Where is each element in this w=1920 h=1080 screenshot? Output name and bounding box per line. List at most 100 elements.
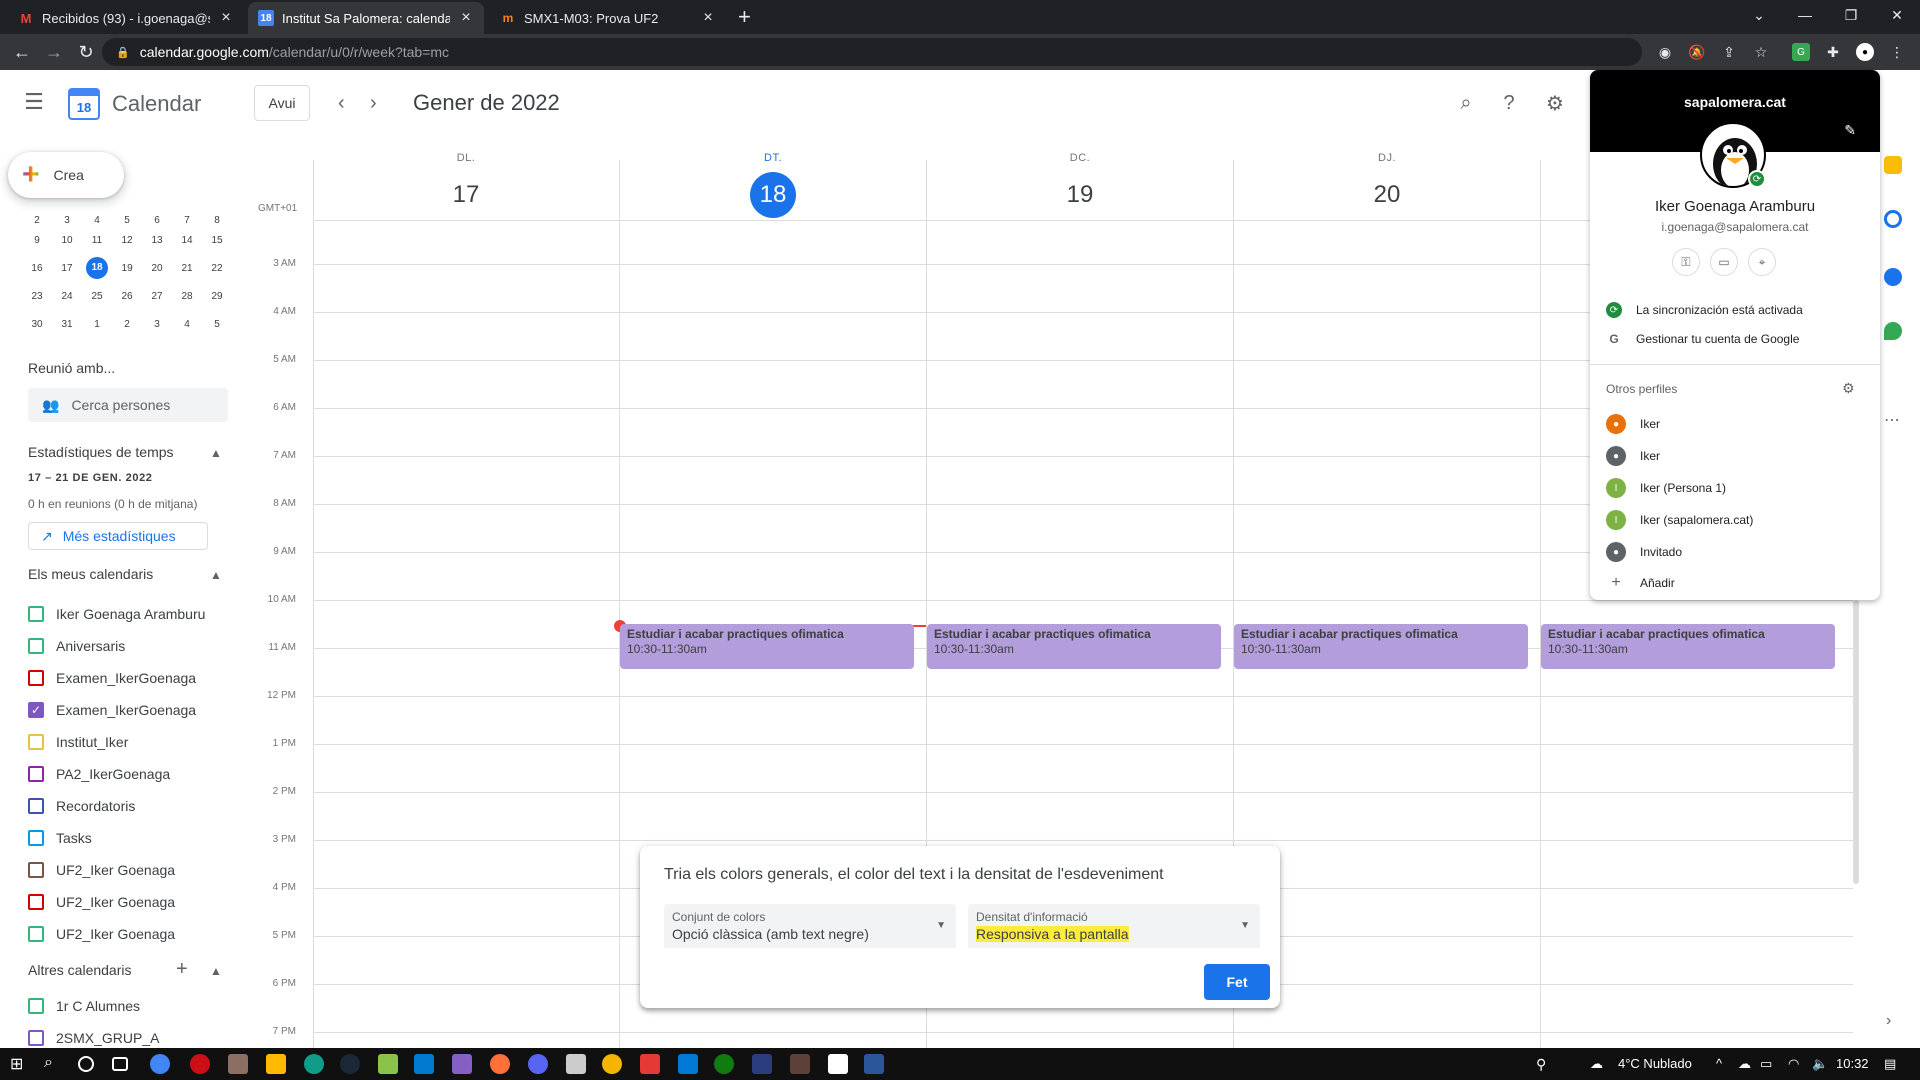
reload-icon[interactable]: ↻ [74, 40, 98, 64]
visual-studio-icon[interactable] [452, 1054, 472, 1074]
mini-day[interactable]: 24 [52, 291, 82, 302]
main-menu-icon[interactable]: ☰ [22, 89, 46, 114]
cloud-weather-icon[interactable]: ☁ [1590, 1056, 1603, 1072]
file-explorer-icon[interactable] [266, 1054, 286, 1074]
tab-search-icon[interactable]: ⌄ [1736, 0, 1782, 30]
mini-day[interactable]: 31 [52, 319, 82, 330]
day-header[interactable]: DJ. 20 [1357, 152, 1417, 218]
mini-day[interactable]: 29 [202, 291, 232, 302]
today-button[interactable]: Avui [254, 85, 310, 121]
mini-day[interactable]: 21 [172, 263, 202, 274]
word-icon[interactable] [864, 1054, 884, 1074]
calendar-item[interactable]: UF2_Iker Goenaga [28, 918, 205, 950]
firefox-icon[interactable] [490, 1054, 510, 1074]
calendar-item[interactable]: PA2_IkerGoenaga [28, 758, 205, 790]
calendar-event[interactable]: Estudiar i acabar practiques ofimatica 1… [1541, 624, 1835, 669]
mini-day[interactable]: 14 [172, 235, 202, 246]
mini-day[interactable]: 16 [22, 263, 52, 274]
calendar-item[interactable]: Recordatoris [28, 790, 205, 822]
calendar-item[interactable]: UF2_Iker Goenaga [28, 854, 205, 886]
calendar-event[interactable]: Estudiar i acabar practiques ofimatica 1… [620, 624, 914, 669]
extensions-icon[interactable]: ✚ [1824, 43, 1842, 61]
people-icon[interactable]: ⚲ [1536, 1056, 1546, 1073]
vscode-icon[interactable] [414, 1054, 434, 1074]
profile-item[interactable]: ● Iker [1606, 414, 1660, 434]
cortana-icon[interactable] [78, 1056, 94, 1072]
mini-day[interactable]: 22 [202, 263, 232, 274]
search-icon[interactable]: ⌕ [1453, 90, 1479, 116]
calendar-item[interactable]: Iker Goenaga Aramburu [28, 598, 205, 630]
mini-day[interactable]: 5 [202, 319, 232, 330]
mini-day[interactable]: 23 [22, 291, 52, 302]
day-header[interactable]: DL. 17 [436, 152, 496, 218]
day-header-today[interactable]: DT. 18 [743, 152, 803, 218]
app-icon[interactable] [602, 1054, 622, 1074]
onedrive-icon[interactable]: ☁ [1738, 1056, 1751, 1072]
mini-day[interactable]: 20 [142, 263, 172, 274]
forward-icon[interactable]: → [42, 40, 66, 64]
outlook-icon[interactable] [678, 1054, 698, 1074]
profile-item[interactable]: I Iker (Persona 1) [1606, 478, 1726, 498]
mini-day[interactable]: 17 [52, 263, 82, 274]
profile-item[interactable]: ● Iker [1606, 446, 1660, 466]
checkbox[interactable] [28, 998, 44, 1014]
volume-icon[interactable]: 🔈 [1812, 1056, 1828, 1072]
profile-avatar-icon[interactable]: ● [1856, 43, 1874, 61]
eye-icon[interactable]: ◉ [1656, 43, 1674, 61]
mini-day[interactable]: 7 [172, 215, 202, 226]
chrome-icon[interactable] [150, 1054, 170, 1074]
mini-day[interactable]: 3 [52, 215, 82, 226]
sync-status-row[interactable]: ⟳ La sincronización está activada [1606, 302, 1803, 318]
close-window-button[interactable]: ✕ [1874, 0, 1920, 30]
mini-day[interactable]: 2 [112, 319, 142, 330]
mini-day[interactable]: 3 [142, 319, 172, 330]
day-number[interactable]: 18 [750, 172, 796, 218]
mini-day[interactable]: 2 [22, 215, 52, 226]
passwords-key-icon[interactable]: ⚿ [1672, 248, 1700, 276]
next-week-icon[interactable]: › [370, 92, 377, 115]
density-select[interactable]: Densitat d'informació Responsiva a la pa… [968, 904, 1260, 948]
edit-pencil-icon[interactable]: ✎ [1844, 122, 1856, 139]
checkbox[interactable] [28, 670, 44, 686]
day-number[interactable]: 19 [1057, 172, 1103, 218]
profile-item[interactable]: ● Invitado [1606, 542, 1682, 562]
tab-calendar[interactable]: 18 Institut Sa Palomera: calendari - S × [248, 2, 484, 34]
day-header[interactable]: DC. 19 [1050, 152, 1110, 218]
addresses-location-icon[interactable]: ⌖ [1748, 248, 1776, 276]
mini-day[interactable]: 13 [142, 235, 172, 246]
my-calendars-heading[interactable]: Els meus calendaris [28, 566, 153, 582]
payment-card-icon[interactable]: ▭ [1710, 248, 1738, 276]
calendar-item[interactable]: Institut_Iker [28, 726, 205, 758]
unity-icon[interactable] [566, 1054, 586, 1074]
calendar-item[interactable]: UF2_Iker Goenaga [28, 886, 205, 918]
checkbox[interactable] [28, 1030, 44, 1046]
back-icon[interactable]: ← [10, 40, 34, 64]
create-button[interactable]: + Crea [8, 152, 124, 198]
share-icon[interactable]: ⇪ [1720, 43, 1738, 61]
minimize-button[interactable]: — [1782, 0, 1828, 30]
app-icon[interactable] [228, 1054, 248, 1074]
address-bar[interactable]: 🔒 calendar.google.com/calendar/u/0/r/wee… [102, 38, 1642, 66]
clock[interactable]: 10:32 [1836, 1056, 1869, 1071]
contacts-icon[interactable] [1884, 268, 1902, 286]
battery-icon[interactable]: ▭ [1760, 1056, 1772, 1072]
xbox-icon[interactable] [714, 1054, 734, 1074]
color-set-select[interactable]: Conjunt de colors Opció clàssica (amb te… [664, 904, 956, 948]
manage-account-row[interactable]: G Gestionar tu cuenta de Google [1606, 332, 1799, 346]
other-calendars-heading[interactable]: Altres calendaris [28, 962, 132, 978]
mini-day[interactable]: 9 [22, 235, 52, 246]
mini-day[interactable]: 26 [112, 291, 142, 302]
more-addons-icon[interactable]: ⋯ [1884, 410, 1900, 430]
expand-side-panel-icon[interactable]: › [1886, 1012, 1891, 1030]
tab-moodle[interactable]: m SMX1-M03: Prova UF2 × [490, 2, 726, 34]
restore-button[interactable]: ❐ [1828, 0, 1874, 30]
maps-icon[interactable] [1884, 322, 1902, 340]
mini-day[interactable]: 27 [142, 291, 172, 302]
profile-item[interactable]: I Iker (sapalomera.cat) [1606, 510, 1753, 530]
translate-extension-icon[interactable]: G [1792, 43, 1810, 61]
bookmark-star-icon[interactable]: ☆ [1752, 43, 1770, 61]
collapse-stats-icon[interactable]: ▲ [210, 446, 222, 460]
search-icon[interactable]: ⌕ [44, 1054, 64, 1074]
close-tab-icon[interactable]: × [458, 9, 474, 27]
mini-day[interactable]: 10 [52, 235, 82, 246]
